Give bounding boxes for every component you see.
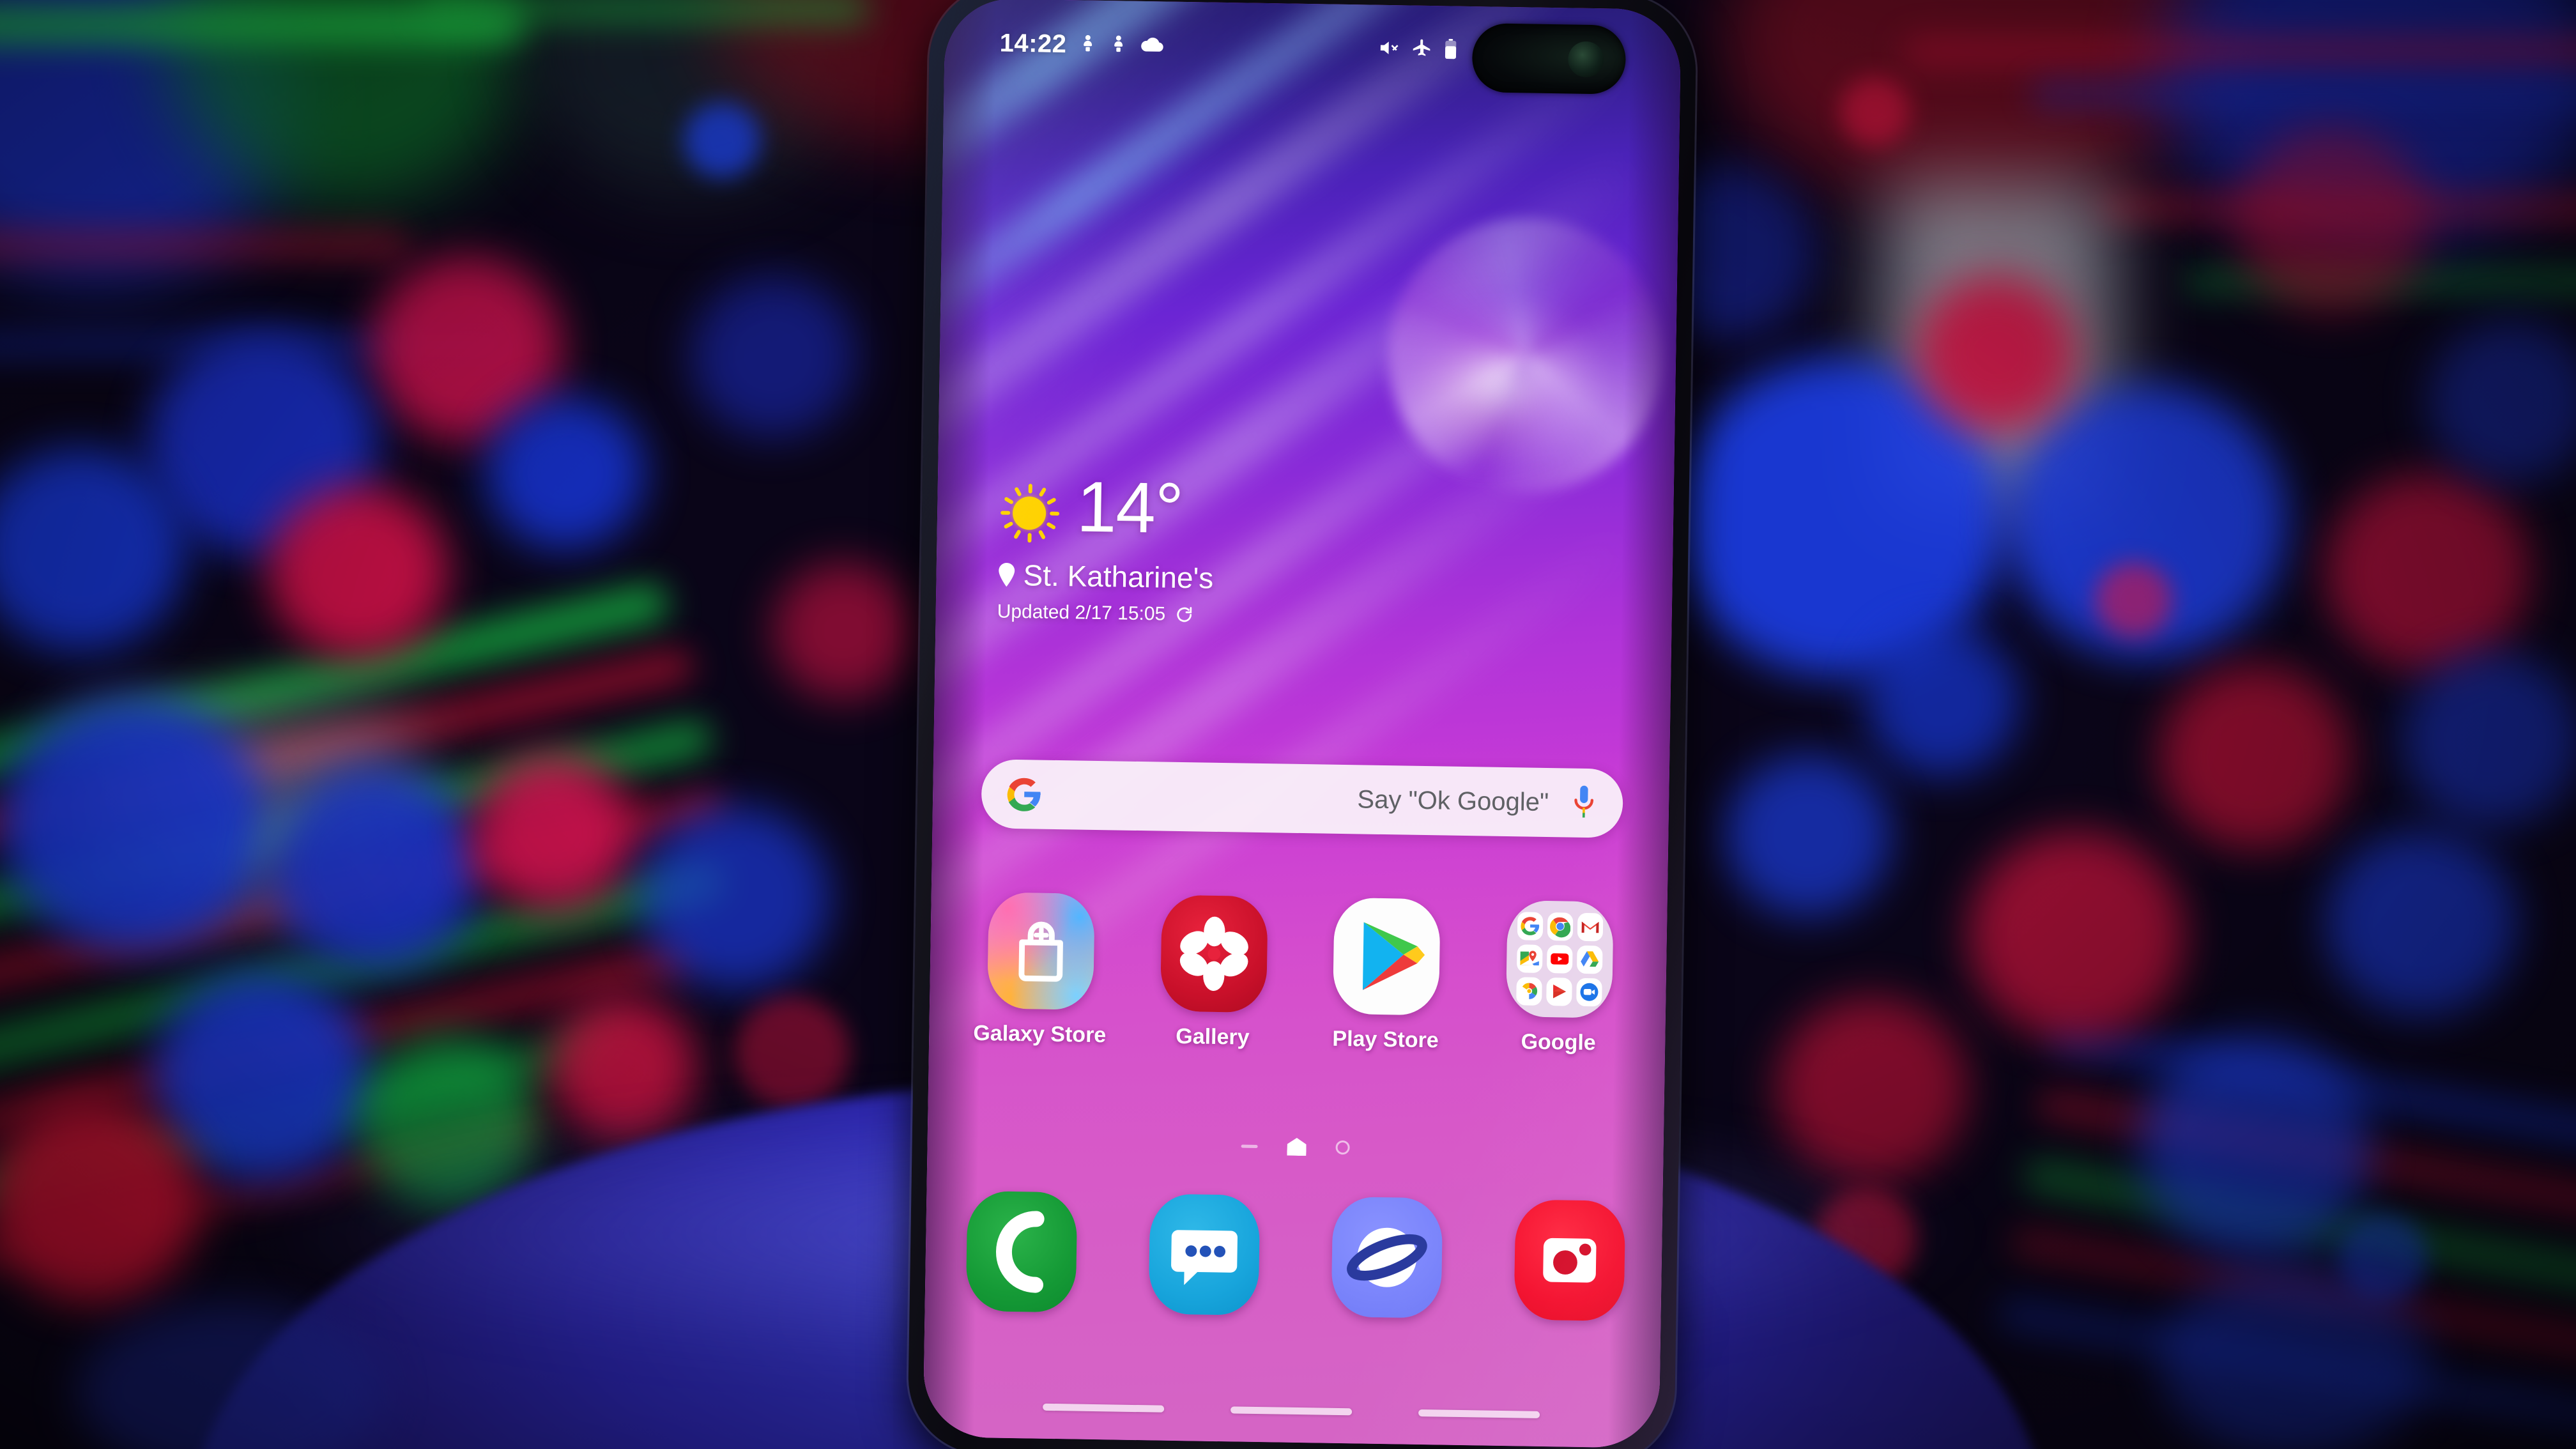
status-bar-right bbox=[1376, 36, 1459, 63]
app-galaxy-store[interactable]: Galaxy Store bbox=[970, 892, 1112, 1048]
app-label: Google bbox=[1521, 1029, 1597, 1055]
dock bbox=[965, 1190, 1626, 1322]
maps-icon bbox=[1516, 944, 1543, 973]
google-search-bar[interactable]: Say "Ok Google" bbox=[981, 759, 1623, 838]
weather-updated-row: Updated 2/17 15:05 bbox=[997, 601, 1213, 625]
status-bar-clock: 14:22 bbox=[999, 28, 1067, 58]
play-store-icon[interactable] bbox=[1333, 897, 1441, 1016]
google-folder-icon[interactable] bbox=[1505, 900, 1614, 1018]
sun-icon bbox=[998, 482, 1060, 544]
chrome-icon bbox=[1547, 912, 1574, 941]
search-input[interactable]: Say "Ok Google" bbox=[1043, 780, 1570, 817]
airplane-mode-icon bbox=[1411, 37, 1433, 63]
camera-icon[interactable] bbox=[1514, 1199, 1626, 1322]
weather-location-text: St. Katharine's bbox=[1023, 558, 1214, 595]
duo-icon bbox=[1576, 977, 1602, 1007]
gallery-icon[interactable] bbox=[1160, 894, 1268, 1013]
weather-cloud-icon bbox=[1139, 34, 1165, 57]
youtube-icon bbox=[1546, 945, 1573, 974]
notification-icon bbox=[1108, 33, 1128, 57]
phone-screen[interactable]: 14:22 14° St. Katharine's Updated 2/17 1… bbox=[923, 0, 1682, 1448]
app-label: Gallery bbox=[1176, 1023, 1250, 1050]
app-play-store[interactable]: Play Store bbox=[1315, 897, 1457, 1053]
smartphone-device: 14:22 14° St. Katharine's Updated 2/17 1… bbox=[907, 0, 1697, 1449]
mute-icon bbox=[1376, 36, 1401, 62]
front-camera-punch-hole bbox=[1471, 23, 1627, 95]
google-search-icon bbox=[1517, 912, 1544, 940]
weather-location-row: St. Katharine's bbox=[997, 557, 1214, 595]
status-bar-left: 14:22 bbox=[999, 29, 1165, 60]
app-label: Play Store bbox=[1332, 1026, 1439, 1053]
app-label: Galaxy Store bbox=[973, 1020, 1107, 1048]
notification-icon bbox=[1078, 32, 1098, 57]
weather-temperature: 14° bbox=[1076, 466, 1184, 549]
play-movies-icon bbox=[1546, 977, 1572, 1006]
app-gallery[interactable]: Gallery bbox=[1143, 894, 1285, 1050]
page-dot[interactable] bbox=[1335, 1140, 1350, 1155]
microphone-icon[interactable] bbox=[1569, 785, 1599, 822]
app-google-folder[interactable]: Google bbox=[1489, 900, 1630, 1056]
weather-updated-text: Updated 2/17 15:05 bbox=[997, 601, 1166, 625]
messages-icon[interactable] bbox=[1148, 1193, 1261, 1316]
galaxy-store-icon[interactable] bbox=[986, 892, 1095, 1010]
bixby-page-dash[interactable] bbox=[1241, 1144, 1258, 1148]
wallpaper-bottom-wash bbox=[923, 733, 1670, 1448]
folder-icon-grid bbox=[1516, 912, 1604, 1007]
refresh-icon[interactable] bbox=[1174, 605, 1193, 624]
phone-icon[interactable] bbox=[965, 1190, 1078, 1313]
battery-icon bbox=[1443, 38, 1459, 63]
weather-top-row: 14° bbox=[998, 466, 1215, 549]
app-grid: Galaxy Store Gallery Play Store Google bbox=[970, 892, 1630, 1056]
weather-widget[interactable]: 14° St. Katharine's Updated 2/17 15:05 bbox=[997, 466, 1215, 626]
home-page-marker[interactable] bbox=[1287, 1138, 1306, 1156]
browser-icon[interactable] bbox=[1331, 1196, 1443, 1319]
location-pin-icon bbox=[997, 562, 1016, 587]
google-g-logo bbox=[1006, 776, 1043, 813]
photos-icon bbox=[1516, 977, 1542, 1006]
gmail-icon bbox=[1577, 912, 1604, 942]
drive-icon bbox=[1576, 945, 1603, 974]
